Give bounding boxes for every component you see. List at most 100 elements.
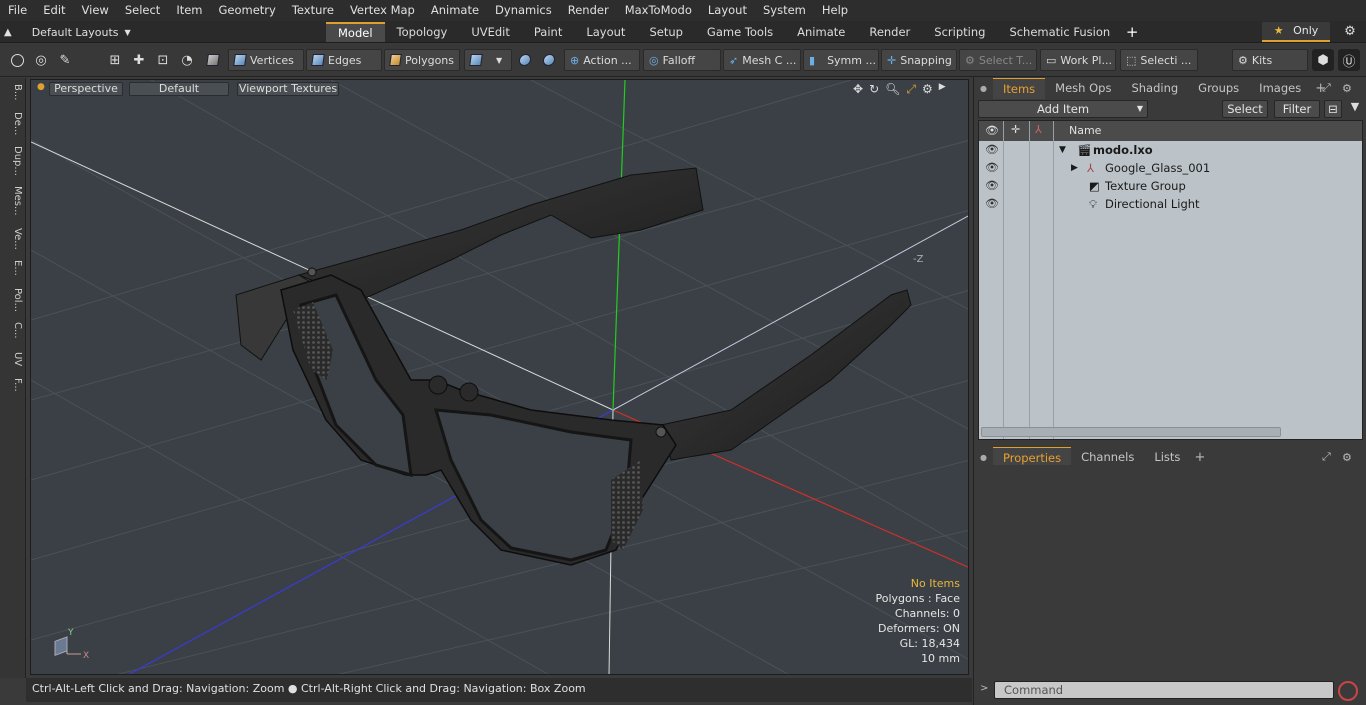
mesh-constraints-button[interactable]: ➶ Mesh C ... (723, 49, 801, 71)
tab-shading[interactable]: Shading (1121, 78, 1188, 98)
panel-gear-icon[interactable]: ⚙ (1342, 451, 1352, 464)
select-button[interactable]: Select (1222, 100, 1268, 118)
visibility-col-icon[interactable]: 👁︎ (985, 124, 999, 137)
menu-item[interactable]: Item (168, 0, 210, 21)
vertices-button[interactable]: Vertices (228, 49, 304, 71)
action-button[interactable]: ⊕ Action ... (564, 49, 640, 71)
panel-expand-icon[interactable]: ⤢ (1322, 81, 1331, 95)
viewport-textures-button[interactable]: Viewport Textures (237, 82, 339, 96)
add-panel-tab-icon[interactable]: + (1190, 450, 1209, 465)
items-mode-icon[interactable] (202, 49, 224, 71)
left-tab-duplicate[interactable]: Dup... (3, 146, 23, 176)
item-row-google-glass[interactable]: 👁︎ ▶ ⅄ Google_Glass_001 (979, 159, 1362, 177)
3d-viewport[interactable]: -Z Y X ● Perspective Default Viewport Te… (30, 79, 969, 675)
left-tab-polygon[interactable]: Pol... (3, 288, 23, 312)
tab-render[interactable]: Render (857, 22, 922, 42)
tab-scripting[interactable]: Scripting (922, 22, 997, 42)
items-scrollbar[interactable] (981, 427, 1281, 437)
pan-icon[interactable]: ✥ (853, 82, 863, 97)
left-tab-fusion[interactable]: F... (3, 378, 23, 392)
menu-view[interactable]: View (74, 0, 117, 21)
symmetry-button[interactable]: ▮ Symm ... (803, 49, 879, 71)
viewport-gear-icon[interactable]: ⚙ (922, 82, 933, 97)
expand-arrow-icon[interactable]: ▼ (1059, 141, 1066, 159)
left-tab-edge[interactable]: E... (3, 260, 23, 276)
move-icon[interactable]: ✚ (128, 49, 150, 71)
symmetry-right-icon[interactable] (538, 49, 560, 71)
transform-icon[interactable]: ⊞ (104, 49, 126, 71)
left-tab-curve[interactable]: C... (3, 322, 23, 339)
globe-icon[interactable]: ◎ (30, 49, 52, 71)
menu-layout[interactable]: Layout (700, 0, 755, 21)
funnel-icon[interactable]: ▼ (1346, 100, 1364, 118)
falloff-button[interactable]: ◎ Falloff (643, 49, 721, 71)
collapse-icon[interactable]: ⊟ (1324, 100, 1342, 118)
item-row-texture-group[interactable]: 👁︎ ◩ Texture Group (979, 177, 1362, 195)
panel-gear-icon[interactable]: ⚙ (1342, 82, 1352, 95)
modo-cube-icon[interactable]: ⬢ (1312, 49, 1334, 71)
command-input[interactable]: Command (994, 681, 1334, 699)
command-record-icon[interactable] (1338, 681, 1358, 701)
tab-paint[interactable]: Paint (522, 22, 574, 42)
scale-icon[interactable]: ◔ (176, 49, 198, 71)
tab-animate[interactable]: Animate (785, 22, 857, 42)
menu-system[interactable]: System (755, 0, 814, 21)
menu-help[interactable]: Help (814, 0, 856, 21)
left-tab-uv[interactable]: UV (3, 352, 23, 366)
tab-items[interactable]: Items (992, 77, 1046, 99)
tab-topology[interactable]: Topology (385, 22, 460, 42)
items-list[interactable]: 👁︎ ✛ ⅄ Name 👁︎ ▼ 🎬︎ modo.lxo 👁︎ ▶ ⅄ Goog… (978, 120, 1363, 440)
unreal-icon[interactable]: Ⓤ (1338, 49, 1360, 71)
selection-sets-button[interactable]: ⬚ Selecti ... (1120, 49, 1198, 71)
edges-button[interactable]: Edges (306, 49, 382, 71)
tab-model[interactable]: Model (326, 22, 385, 42)
expand-arrow-icon[interactable]: ▶ (1071, 159, 1078, 177)
tab-channels[interactable]: Channels (1071, 447, 1144, 467)
tab-schematic-fusion[interactable]: Schematic Fusion (997, 22, 1122, 42)
add-tab-icon[interactable]: + (1122, 22, 1142, 42)
perspective-button[interactable]: Perspective (49, 82, 123, 96)
left-tab-vertex[interactable]: Ve... (3, 228, 23, 250)
eye-icon[interactable]: 👁︎ (985, 141, 999, 159)
menu-edit[interactable]: Edit (35, 0, 73, 21)
polygons-button[interactable]: Polygons (384, 49, 460, 71)
menu-geometry[interactable]: Geometry (211, 0, 284, 21)
left-tab-deform[interactable]: De... (3, 112, 23, 135)
rotate-view-icon[interactable]: ↻ (869, 82, 879, 97)
menu-select[interactable]: Select (117, 0, 168, 21)
menu-render[interactable]: Render (560, 0, 617, 21)
tab-game-tools[interactable]: Game Tools (695, 22, 785, 42)
eye-icon[interactable]: 👁︎ (985, 195, 999, 213)
play-icon[interactable]: ▶ (939, 82, 946, 97)
tab-layout[interactable]: Layout (574, 22, 637, 42)
panel-dot-icon[interactable]: ● (974, 453, 993, 462)
symmetry-left-icon[interactable] (514, 49, 536, 71)
material-dropdown[interactable]: ▼ (464, 49, 512, 71)
menu-maxtomodo[interactable]: MaxToModo (617, 0, 700, 21)
tab-images[interactable]: Images (1249, 78, 1311, 98)
maximize-icon[interactable]: ⤢ (906, 82, 916, 97)
filter-button[interactable]: Filter (1274, 100, 1320, 118)
rotate-icon[interactable]: ⊡ (152, 49, 174, 71)
pen-icon[interactable]: ✎ (54, 49, 76, 71)
snapping-button[interactable]: ✛ Snapping (881, 49, 957, 71)
menu-dynamics[interactable]: Dynamics (487, 0, 560, 21)
menu-animate[interactable]: Animate (423, 0, 487, 21)
kits-button[interactable]: ⚙ Kits (1232, 49, 1308, 71)
tab-lists[interactable]: Lists (1144, 447, 1190, 467)
gear-icon[interactable]: ⚙ (1340, 22, 1360, 42)
name-column-header[interactable]: Name (1069, 124, 1101, 137)
zoom-icon[interactable]: 🔍︎ (885, 82, 900, 97)
tab-uvedit[interactable]: UVEdit (459, 22, 522, 42)
tab-groups[interactable]: Groups (1188, 78, 1249, 98)
item-row-modo-lxo[interactable]: 👁︎ ▼ 🎬︎ modo.lxo (979, 141, 1362, 159)
panel-expand-icon[interactable]: ⤢ (1322, 450, 1331, 464)
shading-default-button[interactable]: Default (129, 82, 229, 96)
only-toggle[interactable]: ★ Only (1262, 22, 1330, 42)
left-tab-basic[interactable]: B... (3, 84, 23, 100)
menu-vertex-map[interactable]: Vertex Map (342, 0, 423, 21)
tab-setup[interactable]: Setup (637, 22, 694, 42)
lock-col-icon[interactable]: ✛ (1011, 123, 1020, 136)
item-row-directional-light[interactable]: 👁︎ 💡︎ Directional Light (979, 195, 1362, 213)
layouts-dropdown[interactable]: ▲ Default Layouts ▼ (4, 23, 131, 41)
